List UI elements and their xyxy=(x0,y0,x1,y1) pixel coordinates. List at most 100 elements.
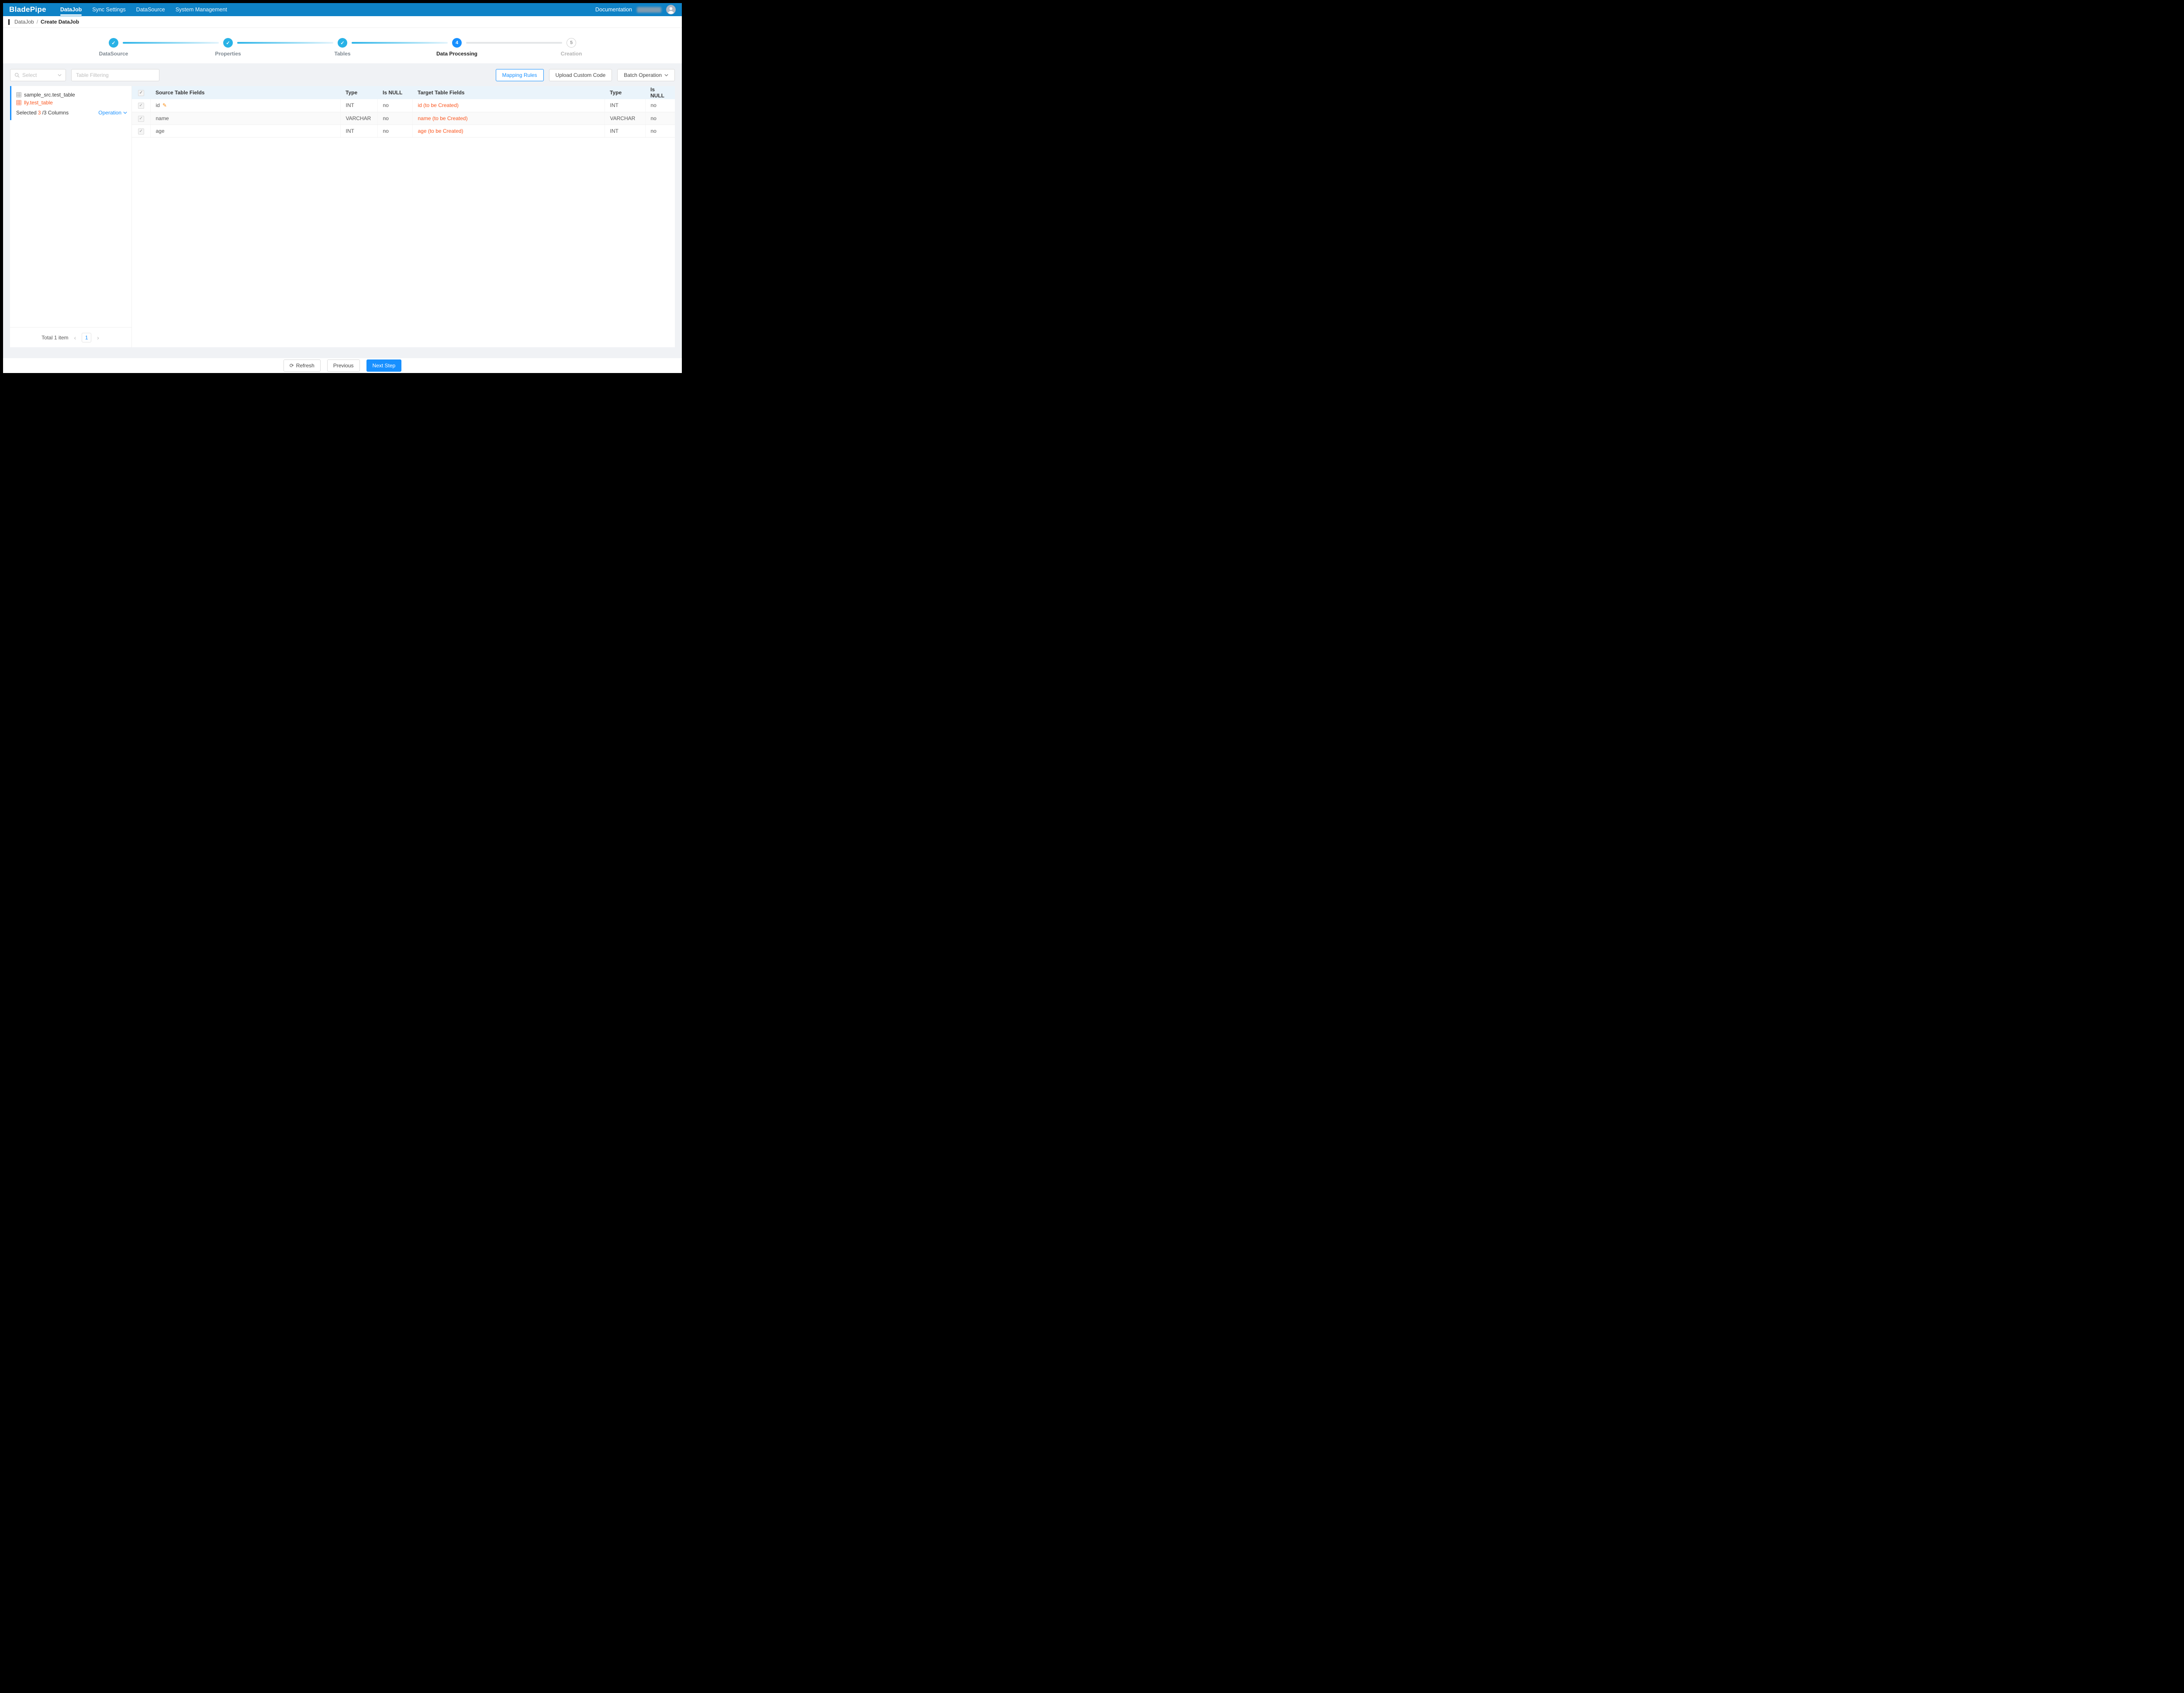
source-field-name: name xyxy=(156,115,169,121)
previous-button[interactable]: Previous xyxy=(327,359,360,372)
source-field-null: no xyxy=(377,99,412,112)
step-connector xyxy=(123,42,219,44)
documentation-link[interactable]: Documentation xyxy=(595,7,632,13)
chevron-down-icon xyxy=(123,111,127,114)
nav-item-sync-settings[interactable]: Sync Settings xyxy=(87,3,131,16)
target-field-type: VARCHAR xyxy=(605,112,645,124)
selected-prefix: Selected xyxy=(16,110,37,116)
username-redacted xyxy=(637,7,661,13)
selected-count: 3 xyxy=(38,110,41,116)
table-filter-input[interactable] xyxy=(71,69,159,81)
total-items-label: Total 1 item xyxy=(41,335,68,341)
upload-custom-code-button[interactable]: Upload Custom Code xyxy=(549,69,612,81)
step-datasource: ✓ DataSource xyxy=(109,38,118,48)
table-row: ✓ id ✎ INT no id (to be Created) xyxy=(132,99,675,112)
row-checkbox[interactable]: ✓ xyxy=(138,103,144,109)
step-connector xyxy=(237,42,333,44)
pagination-prev[interactable]: ‹ xyxy=(73,334,77,341)
target-field-null: no xyxy=(645,112,675,124)
target-field-null: no xyxy=(645,124,675,137)
source-field-type: VARCHAR xyxy=(340,112,377,124)
step-tables: ✓ Tables xyxy=(338,38,347,48)
breadcrumb-separator: / xyxy=(37,19,38,25)
operation-dropdown[interactable]: Operation xyxy=(98,110,127,116)
select-placeholder: Select xyxy=(22,72,55,78)
top-navbar: BladePipe DataJob Sync Settings DataSour… xyxy=(3,3,682,16)
target-field-name: name (to be Created) xyxy=(412,112,605,124)
col-header-type: Type xyxy=(340,86,377,99)
table-row: ✓ name VARCHAR no name (to be Created) V… xyxy=(132,112,675,124)
nav-item-datajob[interactable]: DataJob xyxy=(55,3,87,16)
col-header-source-fields: Source Table Fields xyxy=(150,86,340,99)
step-creation: 5 Creation xyxy=(567,38,576,48)
step-label: Creation xyxy=(561,51,582,57)
step-number: 4 xyxy=(452,38,462,48)
toolbar: Select Mapping Rules Upload Custom Code … xyxy=(10,69,675,81)
select-all-checkbox[interactable]: ✓ xyxy=(138,90,144,96)
row-checkbox[interactable]: ✓ xyxy=(138,116,144,122)
target-table-icon xyxy=(16,100,21,105)
operation-label: Operation xyxy=(98,110,121,116)
user-avatar[interactable] xyxy=(666,5,676,14)
nav-item-system-management[interactable]: System Management xyxy=(170,3,232,16)
batch-operation-button[interactable]: Batch Operation xyxy=(617,69,675,81)
refresh-button[interactable]: ⟳ Refresh xyxy=(283,359,321,372)
table-row: ✓ age INT no age (to be Created) INT no xyxy=(132,124,675,137)
step-label: Tables xyxy=(334,51,350,57)
breadcrumb-datajob[interactable]: DataJob xyxy=(14,19,34,25)
navbar-right: Documentation xyxy=(595,3,676,16)
breadcrumb-marker xyxy=(8,19,10,25)
edit-icon[interactable]: ✎ xyxy=(162,102,167,108)
step-connector xyxy=(352,42,448,44)
brand-logo[interactable]: BladePipe xyxy=(9,3,46,16)
source-field-null: no xyxy=(377,124,412,137)
target-table-row: lly.test_table xyxy=(16,100,127,106)
pagination: Total 1 item ‹ 1 › xyxy=(10,327,131,347)
field-mapping-table: ✓ Source Table Fields Type Is NULL Targe… xyxy=(132,86,675,347)
table-header-row: ✓ Source Table Fields Type Is NULL Targe… xyxy=(132,86,675,99)
next-step-button[interactable]: Next Step xyxy=(366,359,402,372)
step-connector xyxy=(466,42,562,44)
source-field-type: INT xyxy=(340,99,377,112)
check-icon: ✓ xyxy=(223,38,233,48)
content-card: sample_src.test_table lly.test_table Sel… xyxy=(10,86,675,347)
source-field-type: INT xyxy=(340,124,377,137)
col-header-target-type: Type xyxy=(605,86,645,99)
col-header-target-fields: Target Table Fields xyxy=(412,86,605,99)
step-properties: ✓ Properties xyxy=(223,38,233,48)
source-field-null: no xyxy=(377,112,412,124)
batch-operation-label: Batch Operation xyxy=(624,72,662,78)
target-field-type: INT xyxy=(605,99,645,112)
table-list-panel: sample_src.test_table lly.test_table Sel… xyxy=(10,86,132,347)
selection-meta-row: Selected3/3 Columns Operation xyxy=(16,110,127,116)
user-icon xyxy=(666,5,676,14)
step-number: 5 xyxy=(567,38,576,48)
target-table-name: lly.test_table xyxy=(24,100,53,106)
target-field-name: id (to be Created) xyxy=(412,99,605,112)
nav-item-datasource[interactable]: DataSource xyxy=(131,3,170,16)
stepper: ✓ DataSource ✓ Properties ✓ Tables 4 Dat… xyxy=(3,28,682,63)
selected-columns-text: Selected3/3 Columns xyxy=(16,110,69,116)
table-select[interactable]: Select xyxy=(10,69,66,81)
pagination-page-1[interactable]: 1 xyxy=(82,333,91,342)
mapping-rules-button[interactable]: Mapping Rules xyxy=(496,69,544,81)
col-header-is-null: Is NULL xyxy=(377,86,412,99)
check-icon: ✓ xyxy=(338,38,347,48)
target-field-null: no xyxy=(645,99,675,112)
check-icon: ✓ xyxy=(109,38,118,48)
target-field-type: INT xyxy=(605,124,645,137)
toolbar-right: Mapping Rules Upload Custom Code Batch O… xyxy=(496,69,675,81)
main-nav: DataJob Sync Settings DataSource System … xyxy=(55,3,232,16)
row-checkbox[interactable]: ✓ xyxy=(138,128,144,135)
refresh-icon: ⟳ xyxy=(290,363,294,369)
search-icon xyxy=(14,73,20,78)
work-area: Select Mapping Rules Upload Custom Code … xyxy=(3,63,682,358)
bladepipe-app: BladePipe DataJob Sync Settings DataSour… xyxy=(3,3,682,373)
selected-suffix: /3 Columns xyxy=(42,110,69,116)
source-field-name: age xyxy=(156,128,165,134)
pagination-next[interactable]: › xyxy=(96,334,100,341)
refresh-label: Refresh xyxy=(296,363,314,369)
source-table-name: sample_src.test_table xyxy=(24,92,75,98)
table-list-item[interactable]: sample_src.test_table lly.test_table Sel… xyxy=(10,86,131,120)
app-frame: BladePipe DataJob Sync Settings DataSour… xyxy=(0,0,685,376)
